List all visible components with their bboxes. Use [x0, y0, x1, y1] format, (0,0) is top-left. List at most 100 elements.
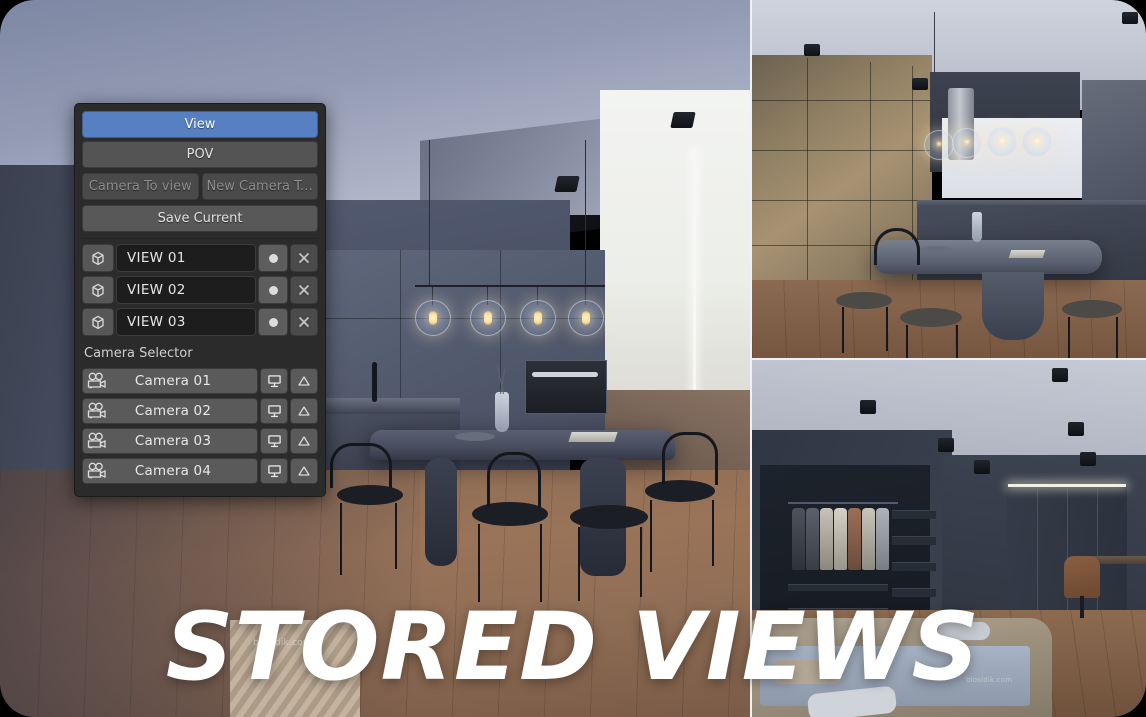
hanging-garment	[820, 508, 833, 570]
tray	[455, 432, 495, 441]
camera-select-button[interactable]: Camera 02	[82, 398, 258, 424]
stored-view-delete-button[interactable]	[290, 276, 318, 304]
chair-leg	[395, 503, 397, 569]
chair-leg	[340, 503, 342, 575]
pendant-globe	[415, 300, 451, 336]
vase	[972, 212, 982, 242]
monitor-icon	[267, 435, 281, 448]
stored-view-name-field[interactable]: VIEW 02	[116, 276, 256, 304]
glass-mullion	[752, 200, 932, 201]
stored-view-list: VIEW 01 VIEW 02 VIEW 03	[82, 244, 318, 336]
island-base	[982, 272, 1044, 340]
ceiling-spot	[1068, 422, 1084, 436]
pendant-globe	[470, 300, 506, 336]
camera-to-view-button[interactable]: Camera To view	[82, 173, 199, 200]
camera-lock-button[interactable]	[290, 398, 318, 424]
triangle-icon	[298, 406, 310, 416]
chair-leg	[650, 500, 652, 572]
camera-name: Camera 02	[134, 403, 212, 419]
stool-leg	[1068, 317, 1070, 358]
glass-mullion	[807, 58, 808, 283]
stored-view-delete-button[interactable]	[290, 244, 318, 272]
camera-name: Camera 03	[134, 433, 212, 449]
pendant-rod	[585, 140, 586, 285]
faucet	[372, 362, 377, 402]
movie-camera-icon	[86, 432, 108, 450]
new-camera-to-button[interactable]: New Camera To...	[201, 173, 318, 200]
table-leg	[425, 458, 457, 566]
cube-icon[interactable]	[82, 244, 114, 272]
window-frame	[693, 150, 696, 410]
stored-view-name-field[interactable]: VIEW 01	[116, 244, 256, 272]
hanging-garment	[792, 508, 805, 570]
closet-shelf	[892, 510, 936, 519]
ceiling-spot	[554, 176, 580, 192]
pendant-globe	[520, 300, 556, 336]
stool-leg	[886, 307, 888, 351]
stored-view-row[interactable]: VIEW 02	[82, 276, 318, 304]
camera-row[interactable]: Camera 03	[82, 428, 318, 454]
ceiling-spot	[670, 112, 696, 128]
wardrobe-seam	[1037, 488, 1038, 613]
camera-select-button[interactable]: Camera 03	[82, 428, 258, 454]
ceiling-spot	[938, 438, 954, 452]
camera-view-button[interactable]	[260, 458, 288, 484]
stored-view-row[interactable]: VIEW 01	[82, 244, 318, 272]
stool-leg	[1116, 317, 1118, 358]
oven	[525, 360, 607, 414]
chair-leg	[540, 524, 542, 602]
ceiling-spot	[912, 78, 928, 90]
camera-lock-button[interactable]	[290, 458, 318, 484]
camera-row[interactable]: Camera 01	[82, 368, 318, 394]
monitor-icon	[267, 465, 281, 478]
stored-view-apply-button[interactable]	[258, 276, 288, 304]
camera-view-button[interactable]	[260, 428, 288, 454]
office-chair	[1064, 556, 1100, 598]
viewport-divider-horizontal	[750, 358, 1146, 360]
cube-icon[interactable]	[82, 276, 114, 304]
camera-select-button[interactable]: Camera 04	[82, 458, 258, 484]
window-light	[600, 90, 750, 430]
tab-view[interactable]: View	[82, 111, 318, 138]
monitor-icon	[267, 375, 281, 388]
notebook	[568, 432, 618, 442]
triangle-icon	[298, 466, 310, 476]
ceiling-spot	[974, 460, 990, 474]
stool-leg	[842, 307, 844, 353]
pendant-globe	[987, 127, 1017, 157]
tab-pov[interactable]: POV	[82, 141, 318, 168]
movie-camera-icon	[86, 372, 108, 390]
stored-view-row[interactable]: VIEW 03	[82, 308, 318, 336]
cube-icon[interactable]	[82, 308, 114, 336]
pendant-globe	[1022, 127, 1052, 157]
hanging-garment	[806, 508, 819, 570]
monitor-icon	[267, 405, 281, 418]
camera-selector-label: Camera Selector	[84, 346, 193, 361]
chair-back	[330, 443, 392, 488]
record-dot-icon	[268, 317, 278, 327]
camera-row[interactable]: Camera 02	[82, 398, 318, 424]
dining-chair	[337, 485, 403, 505]
top-right-viewport[interactable]	[752, 0, 1146, 358]
close-x-icon	[299, 253, 309, 263]
stored-view-name-field[interactable]: VIEW 03	[116, 308, 256, 336]
pendant-bar	[415, 285, 605, 287]
stored-view-apply-button[interactable]	[258, 308, 288, 336]
close-x-icon	[299, 317, 309, 327]
camera-view-button[interactable]	[260, 368, 288, 394]
stool-leg	[578, 527, 580, 601]
vase	[495, 392, 509, 432]
camera-lock-button[interactable]	[290, 428, 318, 454]
ceiling-spot	[1080, 452, 1096, 466]
glass-mullion	[752, 100, 932, 101]
save-current-button[interactable]: Save Current	[82, 205, 318, 232]
camera-row[interactable]: Camera 04	[82, 458, 318, 484]
pendant-globe	[924, 130, 954, 160]
stool-leg	[956, 325, 958, 358]
stored-view-delete-button[interactable]	[290, 308, 318, 336]
camera-view-button[interactable]	[260, 398, 288, 424]
camera-name: Camera 04	[134, 463, 212, 479]
camera-select-button[interactable]: Camera 01	[82, 368, 258, 394]
camera-lock-button[interactable]	[290, 368, 318, 394]
stored-view-apply-button[interactable]	[258, 244, 288, 272]
